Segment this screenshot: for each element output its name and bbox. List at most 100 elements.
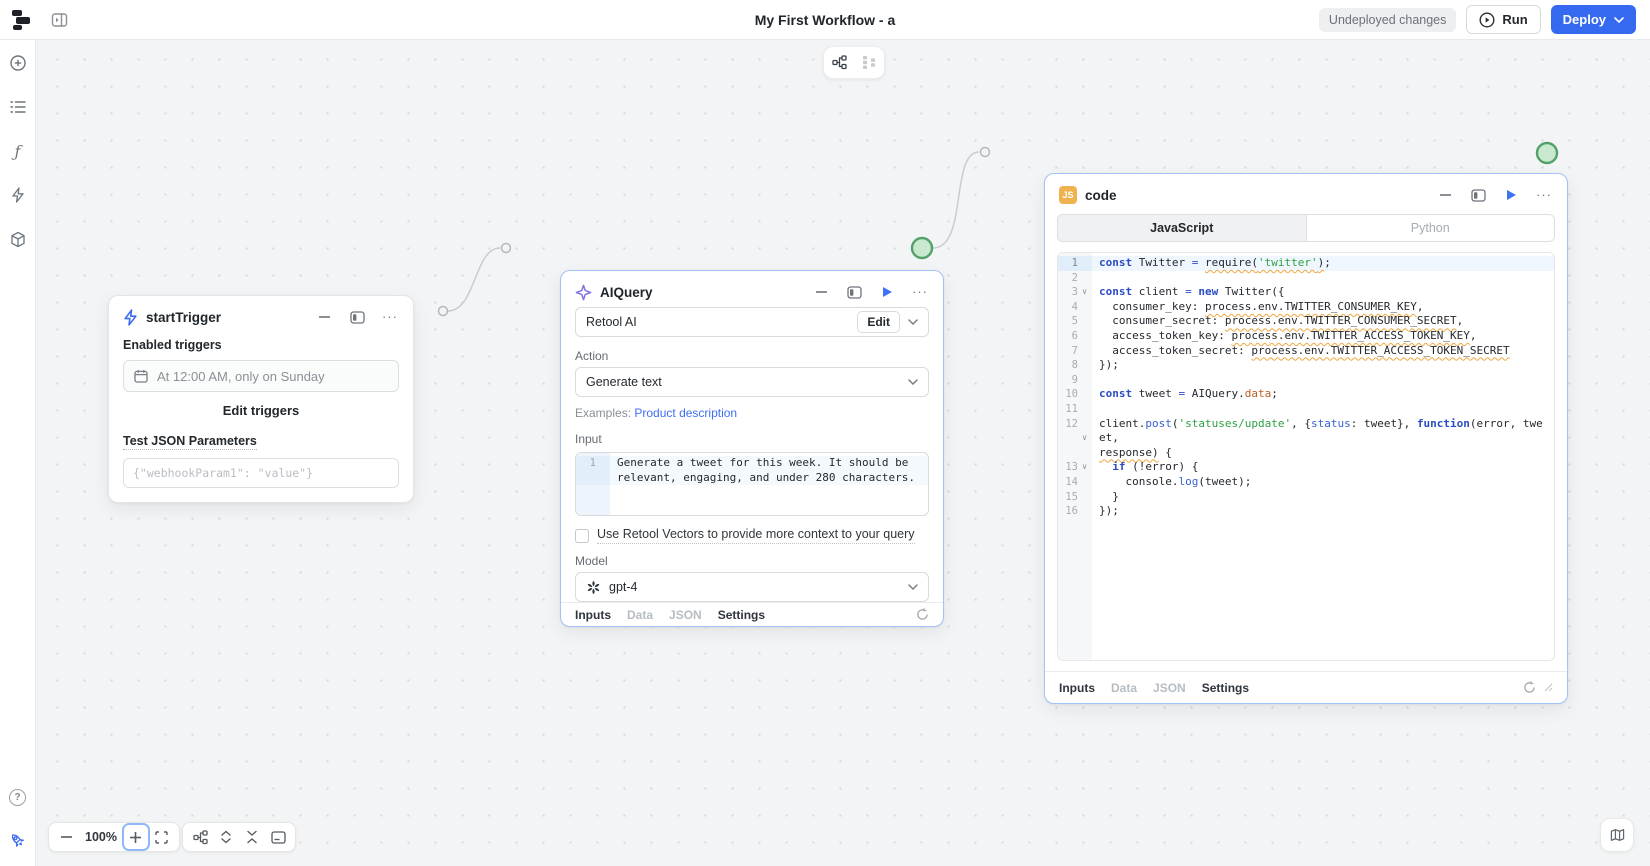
canvas-mini-toolbar (823, 46, 885, 79)
retool-logo-icon[interactable] (12, 10, 34, 30)
examples-label: Examples: (575, 406, 631, 420)
test-json-input[interactable] (123, 458, 399, 488)
refresh-icon[interactable] (916, 608, 929, 621)
code-footer-tabs: Inputs Data JSON Settings (1045, 671, 1567, 703)
run-block-icon[interactable] (1502, 186, 1520, 204)
node-title: code (1085, 188, 1117, 203)
open-side-panel-icon[interactable] (348, 308, 366, 326)
action-select[interactable]: Generate text (575, 367, 929, 397)
refresh-icon[interactable] (1523, 681, 1536, 694)
open-side-panel-icon[interactable] (845, 283, 863, 301)
action-label: Action (575, 349, 929, 363)
tab-inputs[interactable]: Inputs (1059, 681, 1095, 695)
auto-arrange-icon[interactable] (187, 824, 213, 850)
test-json-parameters-label: Test JSON Parameters (123, 434, 257, 450)
model-label: Model (575, 554, 929, 568)
ai-sparkle-icon (575, 284, 592, 301)
play-circle-icon (1479, 12, 1495, 28)
chevron-down-icon (908, 379, 918, 385)
tab-json[interactable]: JSON (1153, 681, 1186, 695)
toggle-bottom-panel-icon[interactable] (265, 824, 291, 850)
onboarding-rocket-icon[interactable] (7, 830, 29, 852)
edit-triggers-button[interactable]: Edit triggers (123, 392, 399, 422)
fit-view-icon[interactable] (149, 824, 175, 850)
ai-query-footer-tabs: Inputs Data JSON Settings (561, 602, 943, 626)
chevron-down-icon (908, 584, 918, 590)
node-more-menu-icon[interactable]: ··· (911, 283, 929, 301)
vectors-checkbox-row: Use Retool Vectors to provide more conte… (575, 527, 929, 544)
retool-workflows-app: My First Workflow - a Undeployed changes… (0, 0, 1650, 866)
resource-select[interactable]: Retool AI Edit (575, 307, 929, 337)
minimize-node-icon[interactable] (1436, 186, 1454, 204)
run-block-icon[interactable] (878, 283, 896, 301)
workflow-canvas[interactable]: startTrigger ··· Enabled triggers At 12:… (36, 40, 1650, 866)
layout-controls (182, 822, 296, 852)
deploy-button[interactable]: Deploy (1551, 5, 1636, 34)
add-block-icon[interactable] (7, 52, 29, 74)
code-output-handle (1537, 143, 1557, 163)
tab-inputs[interactable]: Inputs (575, 608, 611, 622)
schedule-text: At 12:00 AM, only on Sunday (157, 369, 325, 384)
action-value: Generate text (586, 375, 900, 389)
tab-settings[interactable]: Settings (718, 608, 765, 622)
zoom-controls: 100% (48, 822, 180, 852)
help-icon[interactable]: ? (7, 786, 29, 808)
js-badge-icon: JS (1059, 186, 1077, 204)
run-label: Run (1502, 12, 1527, 27)
chevron-down-icon (1614, 17, 1624, 23)
tab-data[interactable]: Data (627, 608, 653, 622)
left-sidebar: ƒ ? (0, 40, 36, 866)
minimize-node-icon[interactable] (315, 308, 333, 326)
node-ai-query[interactable]: AIQuery ··· Retool AI Edit Action Genera… (560, 270, 944, 627)
vectors-checkbox-label: Use Retool Vectors to provide more conte… (597, 527, 915, 544)
tab-javascript[interactable]: JavaScript (1058, 215, 1307, 241)
code-input-handle (981, 148, 990, 157)
start-trigger-output-handle (439, 307, 448, 316)
ai-query-output-handle (912, 238, 932, 258)
openai-icon (586, 580, 601, 595)
auto-layout-icon[interactable] (829, 53, 849, 73)
model-value: gpt-4 (609, 580, 900, 594)
edit-resource-button[interactable]: Edit (857, 311, 900, 333)
open-side-panel-icon[interactable] (1469, 186, 1487, 204)
model-select[interactable]: gpt-4 (575, 572, 929, 602)
calendar-icon (134, 369, 148, 383)
resource-value: Retool AI (586, 315, 849, 329)
product-description-link[interactable]: Product description (634, 406, 737, 420)
zoom-out-icon[interactable] (53, 824, 79, 850)
run-button[interactable]: Run (1466, 5, 1540, 34)
toggle-left-panel-icon[interactable] (48, 9, 70, 31)
minimap-button[interactable] (1600, 818, 1634, 852)
examples-row: Examples: Product description (575, 406, 929, 420)
blocks-list-icon[interactable] (7, 96, 29, 118)
node-start-trigger[interactable]: startTrigger ··· Enabled triggers At 12:… (108, 295, 414, 503)
schedule-trigger-row[interactable]: At 12:00 AM, only on Sunday (123, 360, 399, 392)
grid-view-icon[interactable] (859, 53, 879, 73)
node-more-menu-icon[interactable]: ··· (381, 308, 399, 326)
tab-python[interactable]: Python (1307, 215, 1555, 241)
ai-input-editor[interactable]: 1Generate a tweet for this week. It shou… (575, 452, 929, 516)
node-more-menu-icon[interactable]: ··· (1535, 186, 1553, 204)
tab-json[interactable]: JSON (669, 608, 702, 622)
top-bar: My First Workflow - a Undeployed changes… (0, 0, 1650, 40)
vectors-checkbox[interactable] (575, 529, 589, 543)
triggers-bolt-icon[interactable] (7, 184, 29, 206)
map-icon (1610, 828, 1625, 842)
functions-icon[interactable]: ƒ (7, 140, 29, 162)
collapse-all-icon[interactable] (239, 824, 265, 850)
node-title: startTrigger (146, 310, 221, 325)
tab-settings[interactable]: Settings (1202, 681, 1249, 695)
resources-cube-icon[interactable] (7, 228, 29, 250)
chevron-down-icon (908, 319, 918, 325)
enabled-triggers-label: Enabled triggers (123, 338, 399, 352)
undeployed-changes-badge: Undeployed changes (1319, 8, 1456, 32)
resize-handle-icon[interactable] (1544, 683, 1553, 692)
code-editor[interactable]: 1const Twitter = require('twitter');2 3∨… (1057, 252, 1555, 661)
node-code[interactable]: JS code ··· JavaScript Python 1const Twi… (1044, 173, 1568, 704)
minimize-node-icon[interactable] (812, 283, 830, 301)
expand-all-icon[interactable] (213, 824, 239, 850)
trigger-bolt-icon (123, 309, 138, 326)
tab-data[interactable]: Data (1111, 681, 1137, 695)
zoom-level: 100% (79, 830, 123, 844)
zoom-in-icon[interactable] (123, 824, 149, 850)
